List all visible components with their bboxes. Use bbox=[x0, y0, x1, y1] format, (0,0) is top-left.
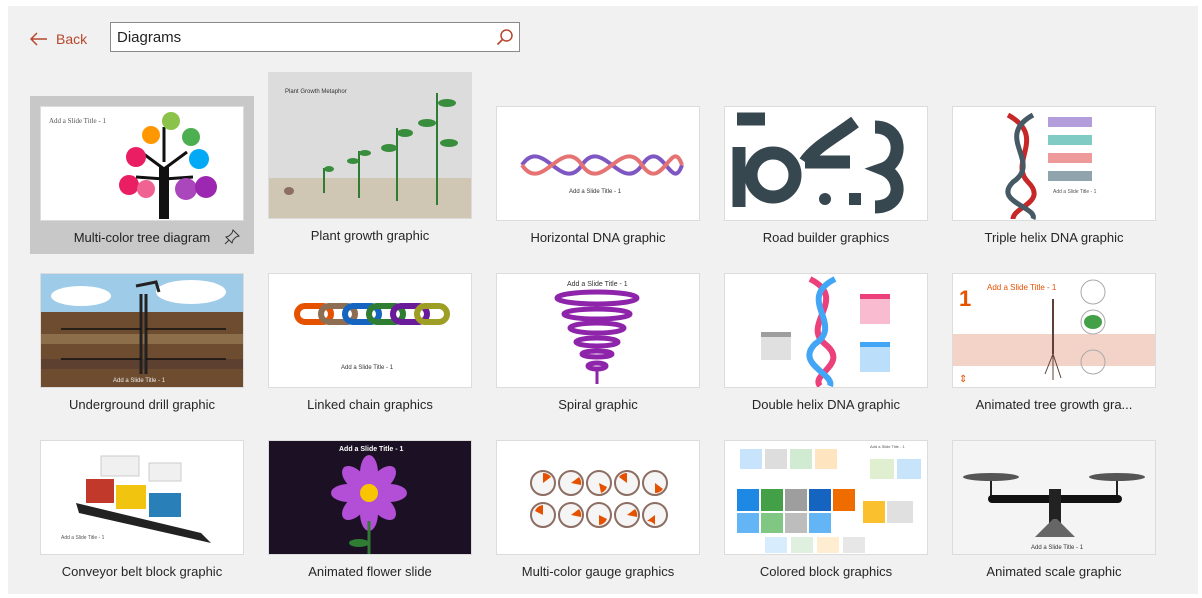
template-card-animated-scale[interactable]: Add a Slide Title - 1 Animated scale gra… bbox=[942, 430, 1166, 588]
search-icon[interactable] bbox=[496, 28, 514, 51]
template-card-triple-helix[interactable]: Add a Slide Title - 1 Triple helix DNA g… bbox=[942, 96, 1166, 254]
thumb-title: Add a Slide Title - 1 bbox=[870, 444, 905, 449]
template-browser-panel: Back Add a Slide Title - 1 bbox=[8, 6, 1198, 594]
back-button[interactable]: Back bbox=[30, 29, 87, 49]
card-label: Horizontal DNA graphic bbox=[530, 230, 666, 245]
thumbnail-drill: Add a Slide Title - 1 bbox=[40, 273, 244, 388]
card-label: Animated tree growth gra... bbox=[975, 397, 1133, 412]
thumbnail-triple-helix: Add a Slide Title - 1 bbox=[952, 106, 1156, 221]
template-card-multi-color-tree[interactable]: Add a Slide Title - 1 Multi-color tree d… bbox=[30, 96, 254, 254]
card-label: Plant growth graphic bbox=[310, 228, 430, 243]
pin-icon[interactable] bbox=[224, 229, 240, 250]
card-label: Spiral graphic bbox=[558, 397, 638, 412]
card-label: Road builder graphics bbox=[762, 230, 890, 245]
card-label: Multi-color gauge graphics bbox=[521, 564, 675, 579]
template-card-double-helix[interactable]: Double helix DNA graphic bbox=[714, 263, 938, 421]
thumb-title: Add a Slide Title - 1 bbox=[61, 535, 105, 541]
template-card-animated-tree-growth[interactable]: 1 Add a Slide Title - 1 ⇕ Animated tree … bbox=[942, 263, 1166, 421]
thumbnail-tree-growth: 1 Add a Slide Title - 1 ⇕ bbox=[952, 273, 1156, 388]
thumb-title: Add a Slide Title - 1 bbox=[49, 117, 106, 125]
card-label: Multi-color tree diagram bbox=[73, 230, 211, 245]
template-card-spiral[interactable]: Add a Slide Title - 1 Spiral graphic bbox=[486, 263, 710, 421]
thumb-title: Plant Growth Metaphor bbox=[285, 89, 347, 95]
thumbnail-conveyor: Add a Slide Title - 1 bbox=[40, 440, 244, 555]
template-card-animated-flower[interactable]: Add a Slide Title - 1 Animated flower sl… bbox=[258, 430, 482, 588]
thumbnail-plant-growth: Plant Growth Metaphor bbox=[268, 72, 472, 219]
template-card-horizontal-dna[interactable]: Add a Slide Title - 1 Horizontal DNA gra… bbox=[486, 96, 710, 254]
card-label: Triple helix DNA graphic bbox=[984, 230, 1124, 245]
card-label: Double helix DNA graphic bbox=[751, 397, 901, 412]
thumbnail-gauges bbox=[496, 440, 700, 555]
back-arrow-icon bbox=[30, 32, 47, 46]
template-card-road-builder[interactable]: Road builder graphics bbox=[714, 96, 938, 254]
thumb-title: Add a Slide Title - 1 bbox=[1053, 189, 1097, 195]
thumb-title: Add a Slide Title - 1 bbox=[987, 283, 1057, 292]
card-label: Colored block graphics bbox=[759, 564, 893, 579]
card-label: Underground drill graphic bbox=[69, 397, 215, 412]
template-card-plant-growth[interactable]: Plant Growth Metaphor Plant growth graph… bbox=[258, 68, 482, 254]
svg-text:1: 1 bbox=[959, 286, 971, 311]
template-card-colored-blocks[interactable]: Add a Slide Title - 1 Colored block grap… bbox=[714, 430, 938, 588]
thumbnail-chain: Add a Slide Title - 1 bbox=[268, 273, 472, 388]
thumbnail-dna-horizontal: Add a Slide Title - 1 bbox=[496, 106, 700, 221]
thumb-title: Add a Slide Title - 1 bbox=[1031, 545, 1084, 551]
thumb-title: Add a Slide Title - 1 bbox=[339, 446, 404, 453]
thumbnail-double-helix bbox=[724, 273, 928, 388]
thumbnail-flower: Add a Slide Title - 1 bbox=[268, 440, 472, 555]
card-label: Linked chain graphics bbox=[307, 397, 433, 412]
thumbnail-tree-diagram: Add a Slide Title - 1 bbox=[40, 106, 244, 221]
search-box[interactable] bbox=[110, 22, 520, 52]
search-input[interactable] bbox=[111, 23, 487, 51]
thumb-title: Add a Slide Title - 1 bbox=[113, 378, 166, 384]
template-card-gauges[interactable]: Multi-color gauge graphics bbox=[486, 430, 710, 588]
svg-text:⇕: ⇕ bbox=[959, 374, 967, 385]
thumbnail-road-builder bbox=[724, 106, 928, 221]
template-card-conveyor-belt[interactable]: Add a Slide Title - 1 Conveyor belt bloc… bbox=[30, 430, 254, 588]
back-label: Back bbox=[56, 31, 88, 47]
thumbnail-spiral: Add a Slide Title - 1 bbox=[496, 273, 700, 388]
thumb-title: Add a Slide Title - 1 bbox=[567, 281, 628, 288]
thumb-title: Add a Slide Title - 1 bbox=[569, 189, 622, 195]
card-label: Conveyor belt block graphic bbox=[61, 564, 223, 579]
thumb-title: Add a Slide Title - 1 bbox=[341, 365, 394, 371]
card-label: Animated flower slide bbox=[308, 564, 432, 579]
template-card-linked-chain[interactable]: Add a Slide Title - 1 Linked chain graph… bbox=[258, 263, 482, 421]
thumbnail-blocks: Add a Slide Title - 1 bbox=[724, 440, 928, 555]
template-card-underground-drill[interactable]: Add a Slide Title - 1 Underground drill … bbox=[30, 263, 254, 421]
thumbnail-scale: Add a Slide Title - 1 bbox=[952, 440, 1156, 555]
card-label: Animated scale graphic bbox=[986, 564, 1122, 579]
